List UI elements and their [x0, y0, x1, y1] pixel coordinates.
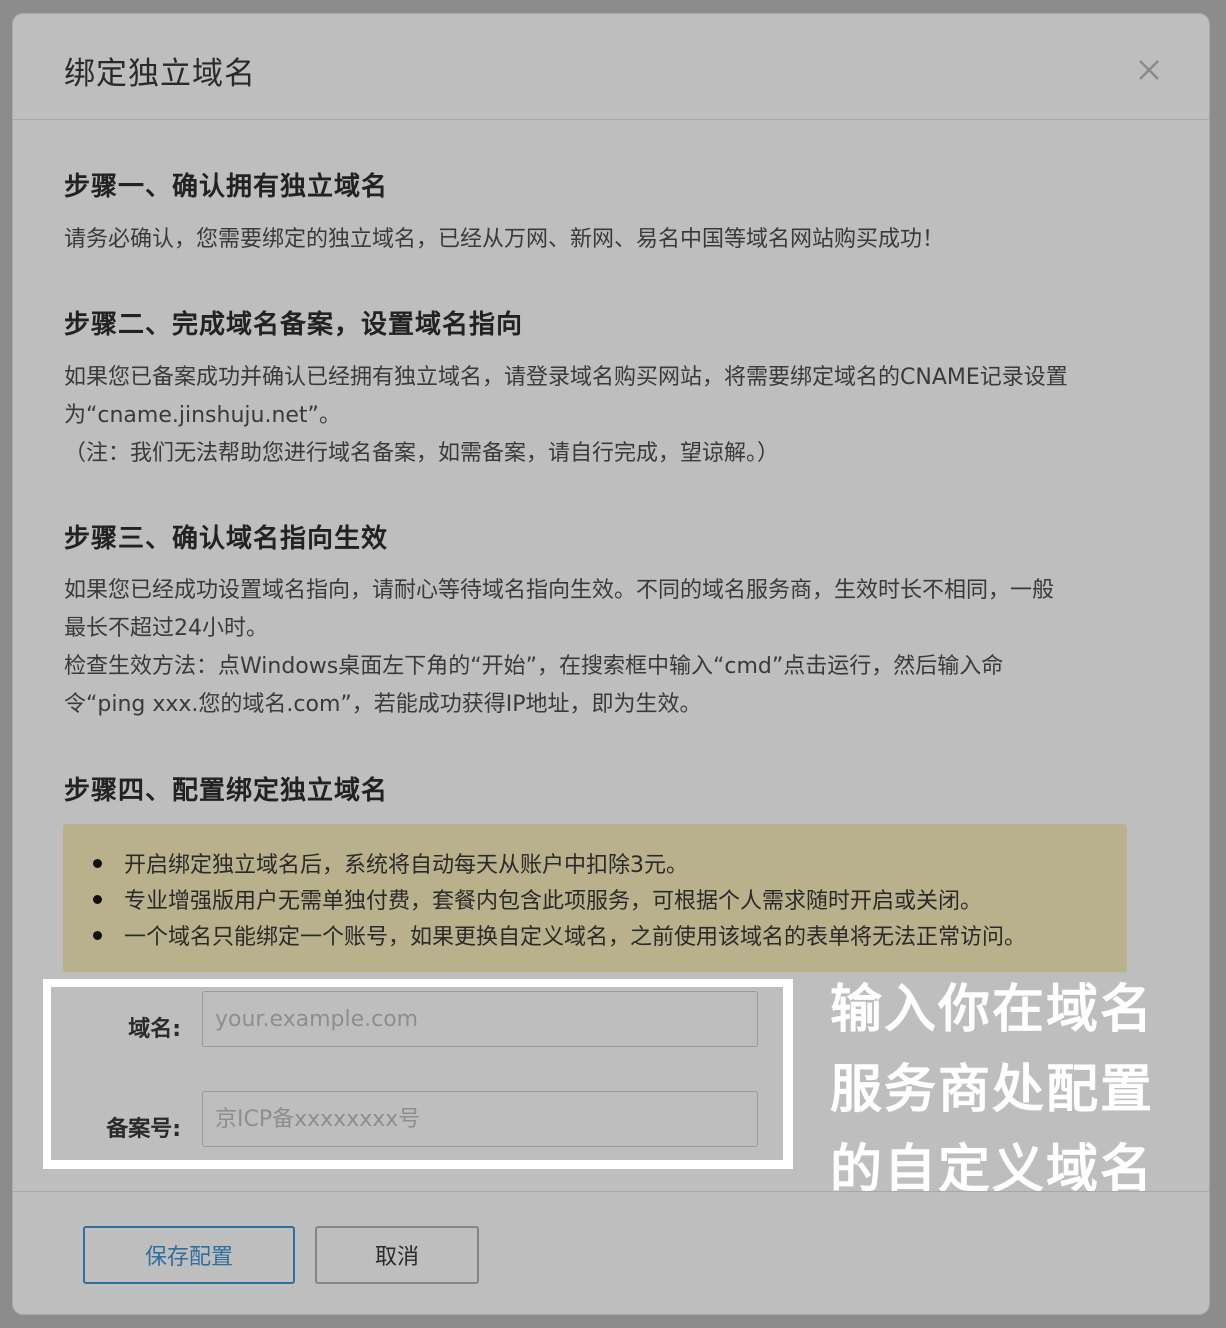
annotation-line: 输入你在域名	[830, 980, 1155, 1040]
step-3-text-line-4: 令“ping xxx.您的域名.com”，若能成功获得IP地址，即为生效。	[64, 692, 702, 717]
domain-form: 域名: 备案号:	[51, 987, 783, 1160]
domain-form-highlight: 域名: 备案号:	[43, 979, 793, 1169]
save-config-button[interactable]: 保存配置	[83, 1226, 295, 1284]
close-button[interactable]	[1131, 52, 1167, 88]
bullet-icon	[93, 895, 102, 904]
step-3-text-line-1: 如果您已经成功设置域名指向，请耐心等待域名指向生效。不同的域名服务商，生效时长不…	[64, 578, 1055, 603]
dialog-title: 绑定独立域名	[64, 56, 256, 92]
bind-domain-dialog: 绑定独立域名 步骤一、确认拥有独立域名 请务必确认，您需要绑定的独立域名，已经从…	[13, 14, 1209, 1314]
step-3-text-line-3: 检查生效方法：点Windows桌面左下角的“开始”，在搜索框中输入“cmd”点击…	[64, 654, 1004, 679]
bullet-icon	[93, 859, 102, 868]
cancel-button[interactable]: 取消	[315, 1226, 479, 1284]
step-1-text: 请务必确认，您需要绑定的独立域名，已经从万网、新网、易名中国等域名网站购买成功！	[64, 227, 945, 252]
step-3-text-line-2: 最长不超过24小时。	[64, 616, 268, 641]
step-3-title: 步骤三、确认域名指向生效	[64, 524, 389, 554]
dialog-footer: 保存配置 取消	[13, 1191, 1209, 1314]
step-1-title: 步骤一、确认拥有独立域名	[64, 172, 389, 202]
dialog-header: 绑定独立域名	[13, 14, 1209, 120]
step-4-title: 步骤四、配置绑定独立域名	[64, 776, 389, 806]
step-2-text-line-1: 如果您已备案成功并确认已经拥有独立域名，请登录域名购买网站，将需要绑定域名的CN…	[64, 365, 1068, 390]
icp-input[interactable]	[202, 1091, 758, 1147]
step-2-text-line-2: 为“cname.jinshuju.net”。	[64, 403, 341, 428]
domain-input[interactable]	[202, 991, 758, 1047]
notice-box: 开启绑定独立域名后，系统将自动每天从账户中扣除3元。 专业增强版用户无需单独付费…	[63, 824, 1127, 972]
close-icon	[1139, 60, 1159, 80]
step-2-note: （注：我们无法帮助您进行域名备案，如需备案，请自行完成，望谅解。）	[64, 441, 780, 466]
icp-label: 备案号:	[106, 1117, 181, 1142]
annotation-callout: 输入你在域名 服务商处配置 的自定义域名	[830, 970, 1190, 1210]
step-2-title: 步骤二、完成域名备案，设置域名指向	[64, 310, 524, 340]
domain-label: 域名:	[128, 1017, 181, 1042]
bullet-icon	[93, 931, 102, 940]
annotation-line: 服务商处配置	[830, 1060, 1155, 1120]
